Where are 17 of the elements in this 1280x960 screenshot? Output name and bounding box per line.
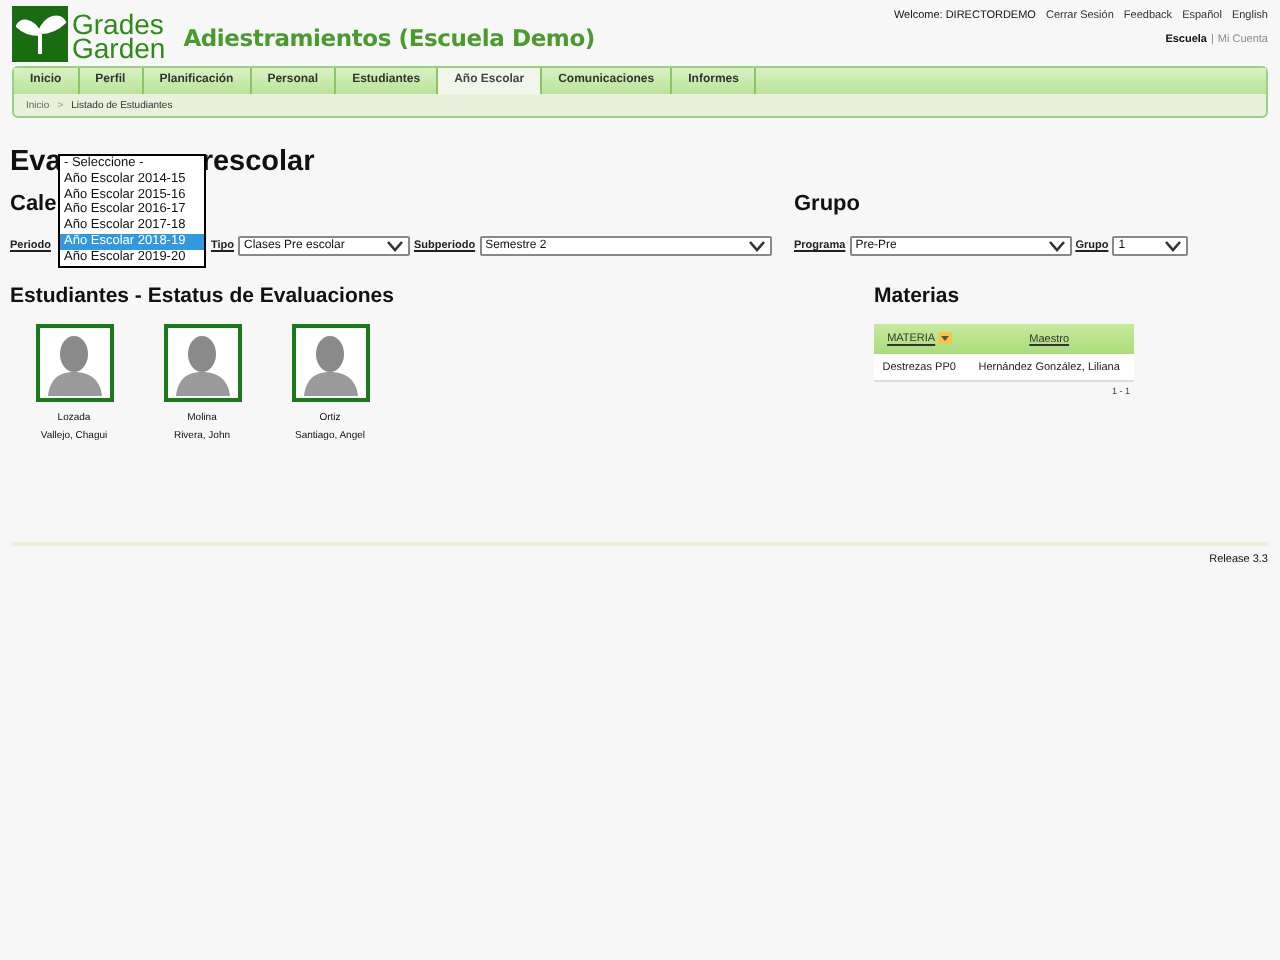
- school-title: Adiestramientos (Escuela Demo): [183, 24, 595, 52]
- sprout-icon: [12, 6, 68, 62]
- chevron-icon: [747, 240, 766, 252]
- sort-icon: [937, 332, 952, 345]
- avatar[interactable]: [35, 324, 113, 402]
- page-title: rescolar: [201, 146, 315, 182]
- chevron-icon: [1164, 240, 1183, 252]
- section-heading: Materias: [874, 284, 962, 308]
- avatar[interactable]: [163, 324, 241, 402]
- chevron-icon: [386, 240, 404, 252]
- section-heading: Grupo: [794, 192, 860, 216]
- logo-text: Garden: [72, 35, 166, 59]
- section-heading: Cale: [10, 192, 57, 216]
- chevron-icon: [1047, 240, 1066, 252]
- avatar[interactable]: [291, 324, 369, 402]
- logo-text: Grades: [72, 11, 166, 35]
- section-heading: Estudiantes - Estatus de Evaluaciones: [10, 284, 396, 308]
